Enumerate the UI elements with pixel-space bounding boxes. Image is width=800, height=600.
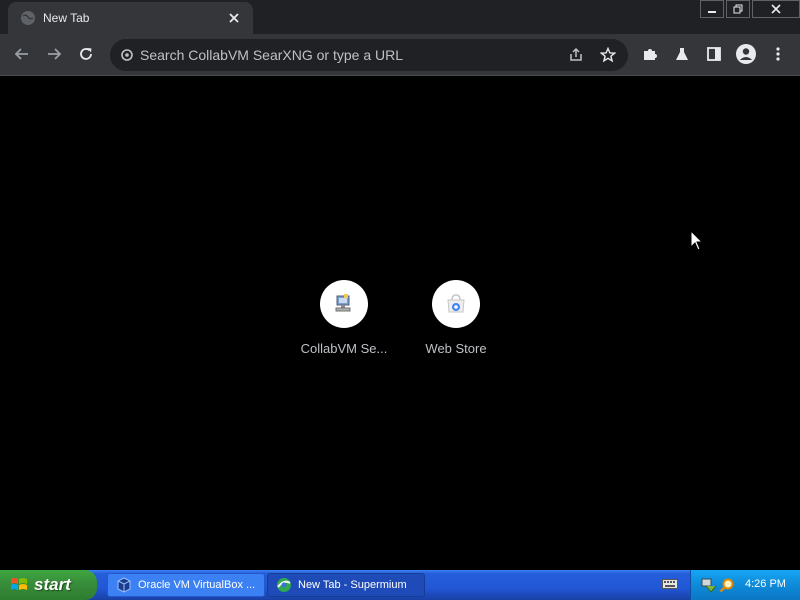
- shortcut-icon-circle: [320, 280, 368, 328]
- shortcut-icon-circle: [432, 280, 480, 328]
- clock: 4:26 PM: [745, 578, 786, 590]
- close-window-button[interactable]: [752, 0, 800, 18]
- shortcut-label: CollabVM Se...: [300, 341, 388, 356]
- keyboard-icon[interactable]: [662, 578, 678, 590]
- puzzle-icon: [644, 49, 657, 60]
- back-arrow-icon: [14, 48, 28, 60]
- taskbar: start Oracle VM VirtualBox ... New Tab -…: [0, 570, 800, 600]
- minimize-button[interactable]: [700, 0, 724, 18]
- omnibox-input[interactable]: [140, 45, 540, 65]
- avatar-icon: [736, 44, 756, 64]
- tab-title: New Tab: [43, 11, 90, 25]
- start-label: start: [34, 575, 71, 594]
- forward-arrow-icon: [48, 48, 62, 60]
- menu-button[interactable]: [763, 39, 793, 69]
- windows-logo-icon: [11, 578, 27, 590]
- taskbar-item-virtualbox[interactable]: Oracle VM VirtualBox ...: [107, 573, 265, 597]
- flask-icon: [676, 48, 688, 60]
- side-panel-icon: [707, 47, 721, 61]
- reload-icon: [80, 48, 92, 60]
- forward-button[interactable]: [39, 39, 69, 69]
- close-tab-icon[interactable]: [224, 8, 244, 28]
- shortcut-label: Web Store: [425, 341, 487, 356]
- restore-button[interactable]: [726, 0, 750, 18]
- labs-button[interactable]: [667, 39, 697, 69]
- network-computer-icon: [335, 294, 351, 312]
- globe-icon: [21, 11, 35, 25]
- share-icon[interactable]: [568, 47, 584, 63]
- reload-button[interactable]: [71, 39, 101, 69]
- bookmark-star-icon[interactable]: [600, 47, 616, 63]
- network-status-icon[interactable]: [701, 577, 717, 593]
- supermium-browser-icon: [277, 578, 291, 592]
- toolbar: [0, 34, 800, 76]
- close-icon: [771, 4, 781, 14]
- search-magnifier-icon[interactable]: [719, 577, 735, 593]
- taskbar-item-label: Oracle VM VirtualBox ...: [138, 579, 256, 591]
- profile-button[interactable]: [731, 39, 761, 69]
- extensions-button[interactable]: [635, 39, 665, 69]
- tab-strip: New Tab: [0, 0, 800, 34]
- kebab-menu-icon: [776, 47, 780, 61]
- browser-window: New Tab Search CollabVM SearXNG or type …: [0, 0, 800, 570]
- new-tab-page: CollabVM Se... Web Store: [0, 77, 800, 570]
- taskbar-item-supermium[interactable]: New Tab - Supermium: [267, 573, 425, 597]
- mouse-cursor-icon: [690, 230, 704, 251]
- side-panel-button[interactable]: [699, 39, 729, 69]
- tab-new-tab[interactable]: New Tab: [8, 2, 253, 34]
- back-button[interactable]: [7, 39, 37, 69]
- taskbar-item-label: New Tab - Supermium: [298, 579, 407, 591]
- omnibox[interactable]: [110, 39, 628, 71]
- window-controls: [698, 0, 800, 18]
- start-button[interactable]: start: [0, 570, 97, 600]
- system-tray: 4:26 PM: [690, 570, 800, 600]
- minimize-icon: [708, 11, 716, 13]
- search-engine-icon: [121, 49, 133, 61]
- restore-icon: [733, 4, 743, 14]
- virtualbox-icon: [117, 577, 131, 593]
- web-store-icon: [447, 294, 465, 313]
- shortcut-web-store[interactable]: Web Store: [406, 280, 506, 356]
- shortcut-collabvm[interactable]: CollabVM Se...: [294, 280, 394, 356]
